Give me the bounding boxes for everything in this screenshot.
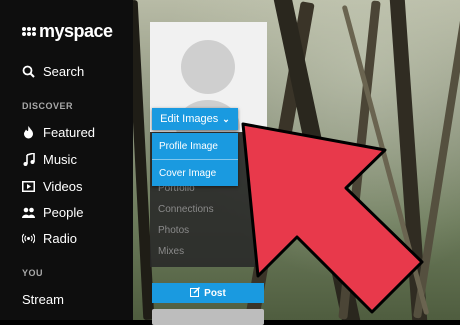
annotation-arrow-icon (241, 122, 424, 314)
